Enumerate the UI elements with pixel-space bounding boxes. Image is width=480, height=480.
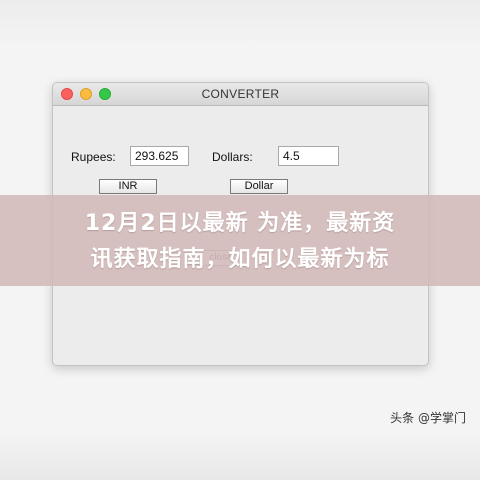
rupees-label: Rupees: <box>71 150 116 164</box>
dollars-label: Dollars: <box>212 150 253 164</box>
window-titlebar[interactable]: CONVERTER <box>53 83 428 106</box>
inr-button[interactable]: INR <box>99 179 157 194</box>
headline-line-1: 12月2日以最新 为准，最新资 <box>84 211 396 236</box>
headline-line-2: 讯获取指南，如何以最新为标 <box>90 247 390 272</box>
window-title: CONVERTER <box>201 87 280 101</box>
bottom-background-band <box>0 434 480 480</box>
headline-banner: 12月2日以最新 为准，最新资 讯获取指南，如何以最新为标 <box>0 195 480 286</box>
source-watermark: 头条 @学掌门 <box>390 411 466 425</box>
dollar-button[interactable]: Dollar <box>230 179 288 194</box>
dollars-input[interactable] <box>278 146 339 166</box>
rupees-input[interactable] <box>130 146 189 166</box>
top-background-band <box>0 0 480 46</box>
